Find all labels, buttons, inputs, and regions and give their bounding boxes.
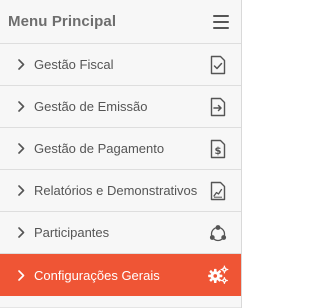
menu-item-label: Gestão Fiscal bbox=[34, 57, 114, 72]
gears-icon bbox=[207, 264, 229, 286]
sidebar: Menu Principal Gestão Fiscal Gestão de E… bbox=[0, 0, 242, 308]
chevron-right-icon bbox=[16, 100, 26, 114]
chevron-right-icon bbox=[16, 184, 26, 198]
menu-item-gestao-fiscal[interactable]: Gestão Fiscal bbox=[0, 44, 241, 86]
sidebar-header: Menu Principal bbox=[0, 0, 241, 44]
document-arrow-icon bbox=[207, 96, 229, 118]
menu-item-configuracoes-gerais[interactable]: Configurações Gerais bbox=[0, 254, 241, 296]
svg-text:$: $ bbox=[215, 146, 222, 157]
menu-item-gestao-pagamento[interactable]: Gestão de Pagamento $ bbox=[0, 128, 241, 170]
chevron-right-icon bbox=[16, 226, 26, 240]
menu-item-label: Relatórios e Demonstrativos bbox=[34, 183, 198, 198]
menu-item-participantes[interactable]: Participantes bbox=[0, 212, 241, 254]
main-menu: Gestão Fiscal Gestão de Emissão Gestão d… bbox=[0, 44, 241, 296]
menu-item-label: Participantes bbox=[34, 225, 110, 240]
menu-item-relatorios[interactable]: Relatórios e Demonstrativos bbox=[0, 170, 241, 212]
network-icon bbox=[207, 222, 229, 244]
menu-item-label: Gestão de Pagamento bbox=[34, 141, 165, 156]
chevron-right-icon bbox=[16, 268, 26, 282]
hamburger-menu-icon[interactable] bbox=[213, 14, 229, 29]
sidebar-title: Menu Principal bbox=[8, 13, 117, 30]
document-check-icon bbox=[207, 54, 229, 76]
document-chart-icon bbox=[207, 180, 229, 202]
chevron-right-icon bbox=[16, 142, 26, 156]
document-dollar-icon: $ bbox=[207, 138, 229, 160]
chevron-right-icon bbox=[16, 58, 26, 72]
menu-item-gestao-emissao[interactable]: Gestão de Emissão bbox=[0, 86, 241, 128]
menu-item-label: Configurações Gerais bbox=[34, 267, 160, 283]
menu-item-label: Gestão de Emissão bbox=[34, 99, 148, 114]
